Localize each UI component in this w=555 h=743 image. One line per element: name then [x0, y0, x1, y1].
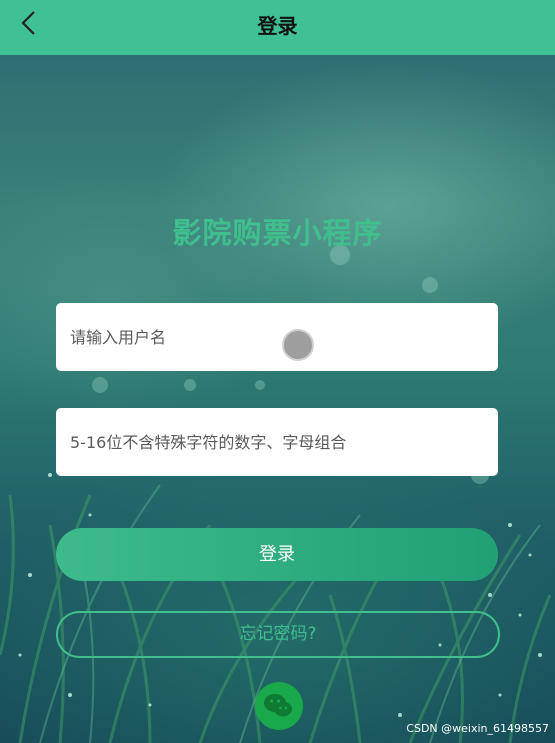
watermark-text: CSDN @weixin_61498557: [406, 722, 549, 735]
touch-indicator: [282, 329, 314, 361]
password-input[interactable]: [56, 408, 498, 476]
username-input[interactable]: [56, 303, 498, 371]
wechat-login-button[interactable]: [255, 682, 303, 730]
login-screen: 登录 影院购票小程序 登录 忘记密码? CSDN @weixin_6149855…: [0, 0, 555, 743]
app-title: 影院购票小程序: [172, 216, 383, 250]
page-title: 登录: [257, 14, 298, 38]
wechat-icon: [255, 682, 303, 730]
login-button[interactable]: 登录: [56, 528, 498, 581]
header-bar: 登录: [0, 0, 555, 55]
forgot-password-button[interactable]: 忘记密码?: [56, 611, 500, 658]
